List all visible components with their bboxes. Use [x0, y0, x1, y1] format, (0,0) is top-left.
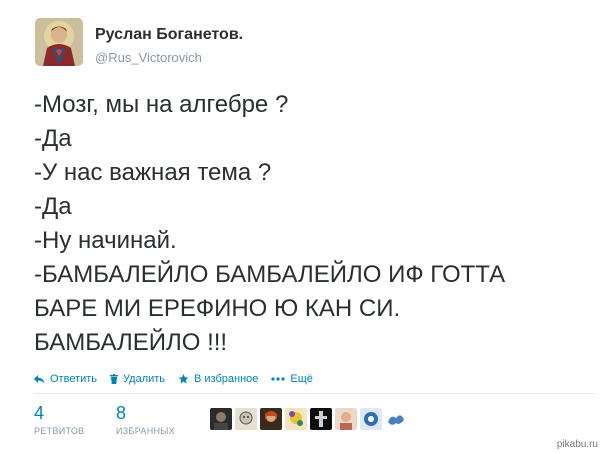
divider — [34, 393, 596, 394]
retweets-label: РЕТВИТОВ — [34, 426, 85, 436]
tweet-line: БАРЕ МИ ЕРЕФИНО Ю КАН СИ. — [34, 295, 401, 322]
favoriter-avatar[interactable] — [210, 408, 232, 430]
favoriter-avatar[interactable] — [310, 408, 332, 430]
favorite-label: В избранное — [194, 373, 259, 385]
favorites-stat[interactable]: 8 ИЗБРАННЫХ — [116, 403, 175, 436]
tweet-line: БАМБАЛЕЙЛО !!! — [34, 329, 228, 356]
favorite-button[interactable]: В избранное — [178, 373, 258, 385]
tweet-actions: Ответить Удалить В избранное Ещё — [34, 372, 326, 386]
favoriter-avatar[interactable] — [360, 408, 382, 430]
more-dots-icon — [271, 377, 286, 381]
star-icon — [178, 374, 189, 384]
reply-button[interactable]: Ответить — [34, 373, 97, 385]
delete-button[interactable]: Удалить — [110, 373, 165, 385]
watermark: pikabu.ru — [556, 439, 598, 450]
tweet-line: -У нас важная тема ? — [34, 159, 272, 186]
avatar[interactable] — [35, 18, 83, 66]
tweet-line: -Да — [34, 193, 72, 220]
reply-icon — [34, 374, 45, 383]
trash-icon — [110, 374, 119, 384]
user-display-name[interactable]: Руслан Боганетов. — [95, 26, 243, 44]
favoriters-avatars — [210, 408, 410, 430]
reply-label: Ответить — [50, 373, 98, 385]
retweets-count: 4 — [34, 403, 45, 423]
favorites-label: ИЗБРАННЫХ — [116, 426, 175, 436]
tweet-text: -Мозг, мы на алгебре ? -Да -У нас важная… — [34, 88, 596, 360]
favoriter-avatar[interactable] — [260, 408, 282, 430]
more-label: Ещё — [290, 373, 313, 385]
tweet-line: -Да — [34, 125, 72, 152]
tweet-line: -Ну начинай. — [34, 227, 177, 254]
retweets-stat[interactable]: 4 РЕТВИТОВ — [34, 403, 84, 436]
more-button[interactable]: Ещё — [271, 373, 313, 385]
favoriter-avatar[interactable] — [285, 408, 307, 430]
tweet-line: -БАМБАЛЕЙЛО БАМБАЛЕЙЛО ИФ ГОТТА — [34, 261, 506, 288]
delete-label: Удалить — [123, 373, 166, 385]
favoriter-avatar[interactable] — [385, 408, 407, 430]
user-handle[interactable]: @Rus_Victorovich — [95, 50, 202, 65]
favorites-count: 8 — [116, 403, 127, 423]
favoriter-avatar[interactable] — [335, 408, 357, 430]
favoriter-avatar[interactable] — [235, 408, 257, 430]
tweet-line: -Мозг, мы на алгебре ? — [34, 91, 289, 118]
